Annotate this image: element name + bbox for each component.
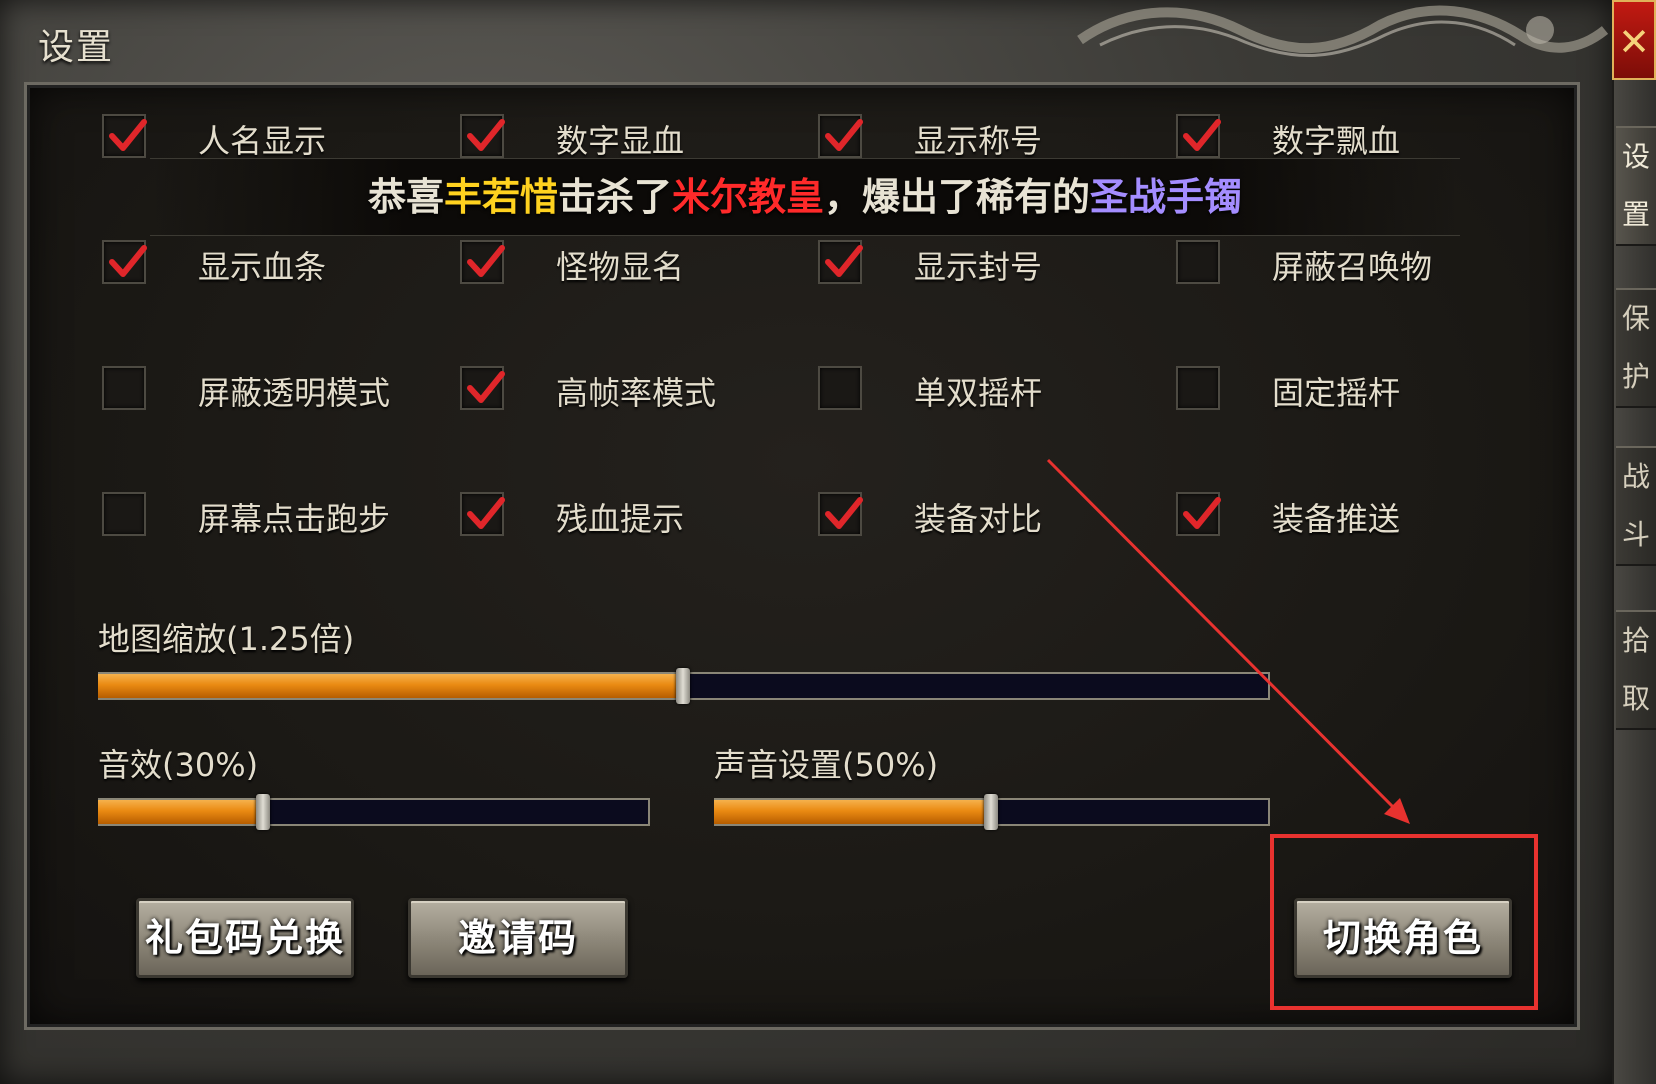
option-label: 屏蔽召唤物 [1272,248,1433,286]
option-label: 单双摇杆 [914,374,1043,412]
close-button[interactable]: ✕ [1612,0,1656,80]
sound-setting-slider[interactable] [714,794,1270,830]
checkbox[interactable] [460,492,505,536]
option-item[interactable]: 固定摇杆 [1176,366,1506,416]
option-item[interactable]: 屏幕点击跑步 [102,492,432,542]
checkbox[interactable] [102,240,147,284]
checkbox[interactable] [1176,240,1220,284]
checkbox[interactable] [460,366,505,410]
checkmark-icon [109,119,147,151]
side-tab-pickup[interactable]: 拾 取 [1616,610,1656,730]
option-label: 固定摇杆 [1272,374,1401,412]
checkmark-icon [467,497,505,529]
checkbox[interactable] [102,366,146,410]
sound-effect-slider[interactable] [98,794,650,830]
checkbox[interactable] [1176,492,1221,536]
checkbox[interactable] [818,366,862,410]
option-item[interactable]: 单双摇杆 [818,366,1148,416]
option-label: 屏幕点击跑步 [198,500,391,538]
option-label: 数字飘血 [1272,122,1401,160]
checkbox[interactable] [818,240,863,284]
option-item[interactable]: 数字显血 [460,114,790,164]
side-tab-label: 战 斗 [1621,460,1650,551]
option-label: 怪物显名 [556,248,685,286]
option-label: 屏蔽透明模式 [198,374,391,412]
side-tab-label: 设 置 [1621,140,1650,231]
banner-item-name: 圣战手镯 [1090,175,1243,219]
side-tab-label: 拾 取 [1621,624,1650,715]
option-item[interactable]: 人名显示 [102,114,432,164]
option-label: 显示封号 [914,248,1043,286]
checkbox[interactable] [1176,114,1221,158]
checkmark-icon [467,245,505,277]
side-tab-settings[interactable]: 设 置 [1616,126,1656,246]
option-item[interactable]: 屏蔽透明模式 [102,366,432,416]
sound-effect-label: 音效(30%) [98,746,259,784]
invite-code-button[interactable]: 邀请码 [408,898,628,978]
banner-text: 恭喜 [367,175,444,219]
checkmark-icon [467,119,505,151]
option-item[interactable]: 装备对比 [818,492,1148,542]
option-item[interactable]: 怪物显名 [460,240,790,290]
option-item[interactable]: 高帧率模式 [460,366,790,416]
side-tab-combat[interactable]: 战 斗 [1616,446,1656,566]
side-tab-protect[interactable]: 保 护 [1616,288,1656,408]
side-tab-label: 保 护 [1621,302,1650,393]
banner-text: ，爆出了稀有的 [824,175,1091,219]
sound-effect-fill [98,800,263,824]
map-zoom-slider[interactable] [98,668,1270,704]
checkbox[interactable] [460,114,505,158]
banner-player-name: 丰若惜 [443,175,558,219]
checkbox[interactable] [818,492,863,536]
map-zoom-fill [98,674,683,698]
option-item[interactable]: 显示称号 [818,114,1148,164]
option-label: 残血提示 [556,500,685,538]
sound-effect-handle[interactable] [256,794,270,830]
option-item[interactable]: 装备推送 [1176,492,1506,542]
map-zoom-handle[interactable] [676,668,690,704]
banner-boss-name: 米尔教皇 [672,175,825,219]
option-label: 装备对比 [914,500,1043,538]
checkbox[interactable] [102,492,146,536]
checkbox[interactable] [1176,366,1220,410]
option-item[interactable]: 屏蔽召唤物 [1176,240,1506,290]
gift-code-button[interactable]: 礼包码兑换 [136,898,354,978]
highlight-box [1270,834,1538,1010]
dragon-ornament-icon [1077,5,1609,58]
sound-setting-fill [714,800,991,824]
sound-setting-handle[interactable] [984,794,998,830]
checkmark-icon [825,497,863,529]
option-label: 装备推送 [1272,500,1401,538]
option-label: 显示称号 [914,122,1043,160]
checkmark-icon [1183,119,1221,151]
option-label: 数字显血 [556,122,685,160]
checkmark-icon [825,245,863,277]
option-item[interactable]: 显示血条 [102,240,432,290]
close-icon: ✕ [1618,20,1650,64]
map-zoom-label: 地图缩放(1.25倍) [98,620,355,658]
checkbox[interactable] [102,114,147,158]
option-label: 高帧率模式 [556,374,717,412]
checkmark-icon [109,245,147,277]
option-label: 人名显示 [198,122,327,160]
option-item[interactable]: 显示封号 [818,240,1148,290]
option-item[interactable]: 残血提示 [460,492,790,542]
option-label: 显示血条 [198,248,327,286]
checkbox[interactable] [460,240,505,284]
window-title: 设置 [38,27,115,68]
banner-text: 击杀了 [557,175,672,219]
checkmark-icon [467,371,505,403]
option-item[interactable]: 数字飘血 [1176,114,1506,164]
checkmark-icon [1183,497,1221,529]
sound-setting-label: 声音设置(50%) [714,746,939,784]
kill-announcement-banner: 恭喜丰若惜击杀了米尔教皇，爆出了稀有的圣战手镯 [150,158,1460,236]
checkmark-icon [825,119,863,151]
checkbox[interactable] [818,114,863,158]
